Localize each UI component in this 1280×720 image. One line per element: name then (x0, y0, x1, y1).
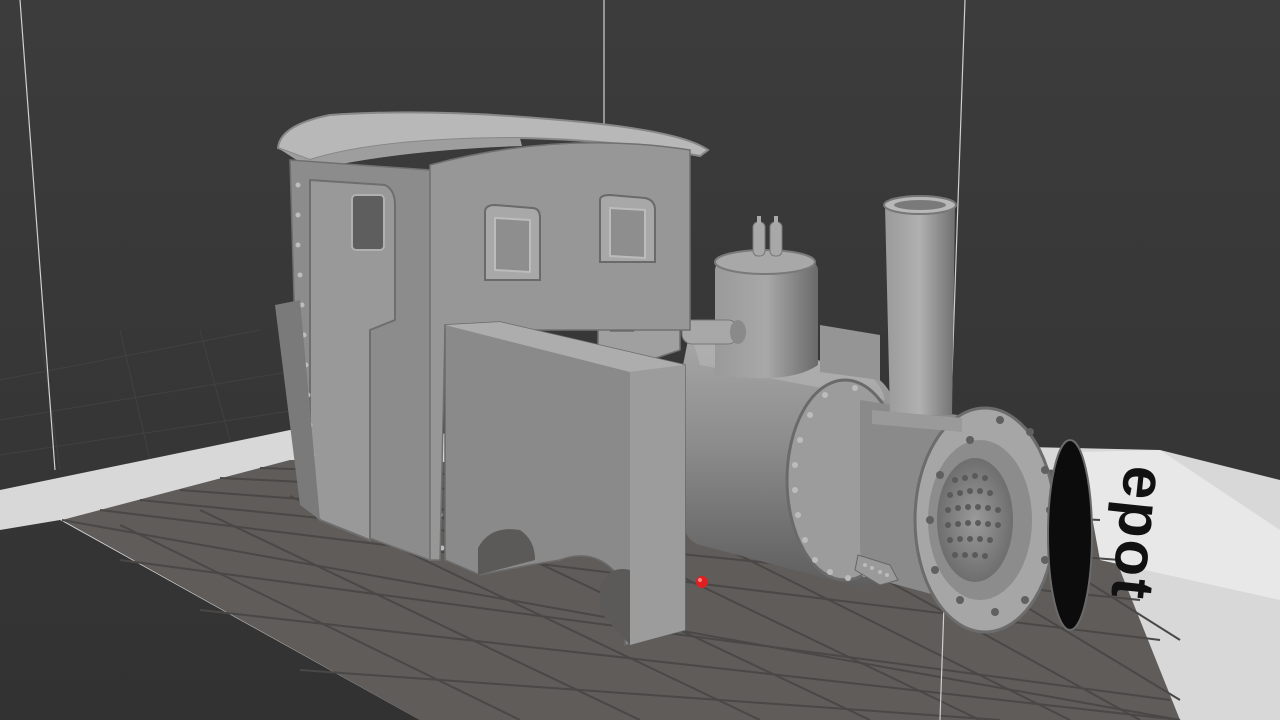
chimney[interactable] (885, 205, 955, 415)
cab-rear-window (351, 194, 385, 251)
scene-canvas (0, 0, 1280, 720)
smokebox-door[interactable] (1047, 439, 1093, 631)
origin-marker (696, 576, 708, 588)
build-plate-label-text: epot (1098, 462, 1180, 604)
safety-valve-left (752, 221, 766, 257)
safety-valve-right (769, 221, 783, 257)
3d-viewport[interactable]: epot (0, 0, 1280, 720)
build-plate-label: epot (1097, 463, 1180, 604)
